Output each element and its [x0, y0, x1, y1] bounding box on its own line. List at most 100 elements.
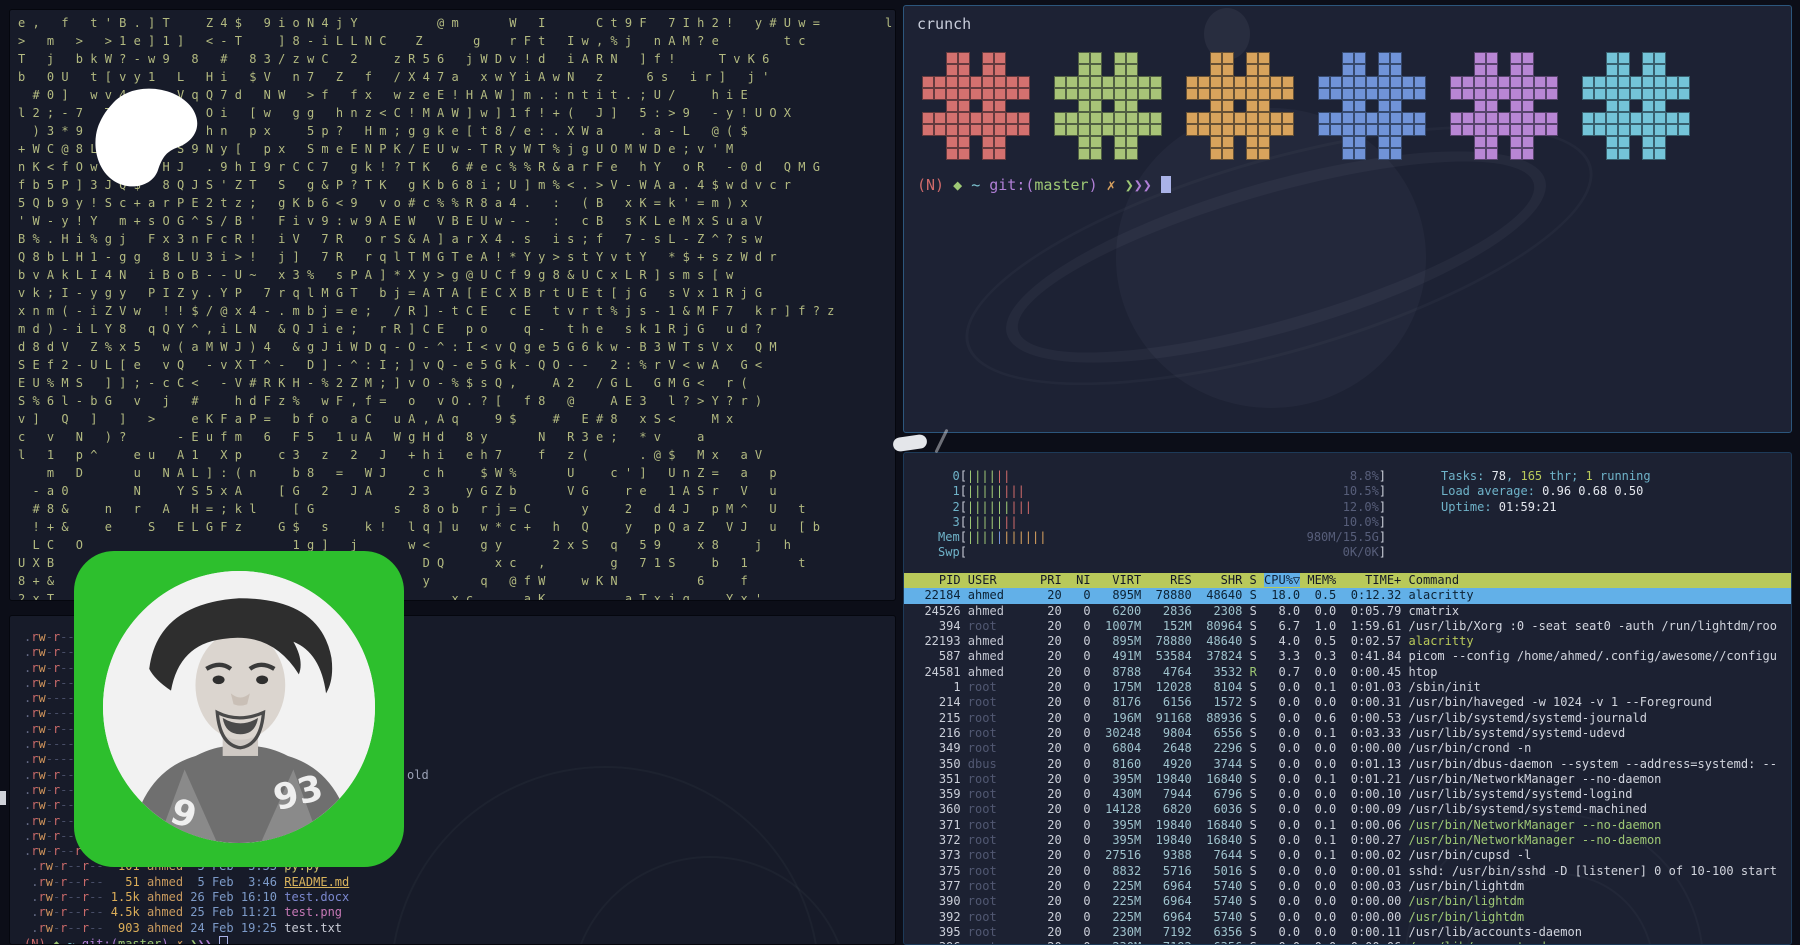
hash-gap [1270, 100, 1282, 112]
cell-virt-res-shr: 225M 6964 5740 [1091, 879, 1243, 893]
hash-tile [1078, 88, 1090, 100]
terminal-htop[interactable]: 0[|||||| 8.8%] 1[|||||||| 10.5%] 2[|||||… [903, 452, 1792, 945]
process-row[interactable]: 349 root 20 0 6804 2648 2296 S 0.0 0.0 0… [904, 741, 1791, 756]
prompt-git-branch: master [1034, 176, 1088, 194]
hash-tile [1150, 88, 1162, 100]
hash-gap [1498, 64, 1510, 76]
process-row[interactable]: 373 root 20 0 27516 9388 7644 S 0.0 0.1 … [904, 848, 1791, 863]
process-row[interactable]: 1 root 20 0 175M 12028 8104 S 0.0 0.1 0:… [904, 680, 1791, 695]
process-row[interactable]: 359 root 20 0 430M 7944 6796 S 0.0 0.0 0… [904, 787, 1791, 802]
hash-tile [1258, 100, 1270, 112]
hash-tile [1582, 76, 1594, 88]
process-table-header[interactable]: PID USER PRI NI VIRT RES SHR S CPU%▽ MEM… [904, 573, 1791, 588]
process-row[interactable]: 377 root 20 0 225M 6964 5740 S 0.0 0.0 0… [904, 879, 1791, 894]
process-row[interactable]: 216 root 20 0 30248 9804 6556 S 0.0 0.1 … [904, 726, 1791, 741]
cell-pid: 394 [910, 619, 961, 633]
hash-tile [1594, 124, 1606, 136]
hash-tile [982, 76, 994, 88]
hash-tile [1342, 52, 1354, 64]
uptime: Uptime: 01:59:21 [1435, 500, 1651, 515]
process-row[interactable]: 351 root 20 0 395M 19840 16840 S 0.0 0.1… [904, 772, 1791, 787]
file-row: .rw-r--r-- 903 ahmed 24 Feb 19:25 test.t… [24, 921, 895, 936]
process-row[interactable]: 396 root 20 0 230M 7192 6356 S 0.0 0.0 0… [904, 940, 1791, 945]
process-row[interactable]: 392 root 20 0 225M 6964 5740 S 0.0 0.0 0… [904, 910, 1791, 925]
prompt-git-branch: master [118, 937, 161, 945]
tasks-threads: 165 [1520, 469, 1542, 483]
process-row[interactable]: 375 root 20 0 8832 5716 5016 S 0.0 0.0 0… [904, 864, 1791, 879]
hash-tile [1354, 112, 1366, 124]
hash-tile [1210, 100, 1222, 112]
cell-cpu-mem-time: 0.0 0.1 0:00.06 [1257, 818, 1402, 832]
hash-gap [1054, 52, 1066, 64]
meter-pipe: | [1018, 500, 1025, 514]
hash-gap [1318, 136, 1330, 148]
process-row[interactable]: 587 ahmed 20 0 491M 53584 37824 S 3.3 0.… [904, 649, 1791, 664]
hash-tile [1390, 64, 1402, 76]
meter-pipe: | [1039, 530, 1046, 544]
tasks-thr-label: thr; [1542, 469, 1585, 483]
hash-tile [1138, 112, 1150, 124]
perm-char: - [46, 630, 53, 644]
perm-char: - [46, 722, 53, 736]
process-row[interactable]: 350 dbus 20 0 8160 4920 3744 S 0.0 0.0 0… [904, 757, 1791, 772]
meter-bracket: ] [1379, 545, 1386, 559]
hash-tile [1486, 112, 1498, 124]
meter-pipe: | [1010, 515, 1017, 529]
meter-bracket: [ [960, 545, 967, 559]
hash-tile [1342, 148, 1354, 160]
hash-tile [1078, 148, 1090, 160]
hash-tile [1510, 136, 1522, 148]
process-row[interactable]: 214 root 20 0 8176 6156 1572 S 0.0 0.0 0… [904, 695, 1791, 710]
process-row[interactable]: 22193 ahmed 20 0 895M 78880 48640 S 4.0 … [904, 634, 1791, 649]
shell-prompt[interactable]: (N) ◆ ~ git:(master) ✗ ❯❯❯ [917, 176, 1171, 194]
hash-gap [1450, 148, 1462, 160]
cell-state: S [1242, 711, 1256, 725]
hash-gap [1186, 136, 1198, 148]
process-row[interactable]: 24526 ahmed 20 0 6200 2836 2308 S 8.0 0.… [904, 604, 1791, 619]
process-row[interactable]: 394 root 20 0 1007M 152M 80964 S 6.7 1.0… [904, 619, 1791, 634]
cell-pid: 390 [910, 894, 961, 908]
header-sort-column: CPU%▽ [1264, 573, 1300, 587]
hash-tile [1090, 124, 1102, 136]
perm-char: - [75, 890, 82, 904]
matrix-line: d 8 d V Z % x 5 w ( a M W J ) 4 & g J i … [18, 338, 887, 356]
prompt-arrow-icon: ❯ [1125, 176, 1134, 194]
cell-cpu-mem-time: 0.0 0.1 0:01.21 [1257, 772, 1402, 786]
hash-tile [946, 52, 958, 64]
hash-tile [970, 124, 982, 136]
hash-tile [1102, 112, 1114, 124]
hash-tile [1630, 112, 1642, 124]
perm-char: w [38, 798, 45, 812]
hash-gap [1066, 100, 1078, 112]
process-row[interactable]: 215 root 20 0 196M 91168 88936 S 0.0 0.6… [904, 711, 1791, 726]
process-row[interactable]: 22184 ahmed 20 0 895M 78880 48640 S 18.0… [904, 588, 1791, 603]
shell-prompt[interactable]: (N) ◆ ~ git:(master) ✗ ❯❯❯ [24, 936, 895, 945]
terminal-crunch[interactable]: crunch (N) ◆ ~ git:(master) ✗ ❯❯❯ [903, 5, 1792, 433]
hash-tile [946, 148, 958, 160]
cell-state: S [1242, 879, 1256, 893]
hash-gap [1678, 52, 1690, 64]
process-row[interactable]: 395 root 20 0 230M 7192 6356 S 0.0 0.0 0… [904, 925, 1791, 940]
hash-gap [1678, 100, 1690, 112]
process-row[interactable]: 390 root 20 0 225M 6964 5740 S 0.0 0.0 0… [904, 894, 1791, 909]
process-row[interactable]: 372 root 20 0 395M 19840 16840 S 0.0 0.1… [904, 833, 1791, 848]
hash-tile [970, 88, 982, 100]
text [140, 905, 147, 919]
hash-tile [958, 100, 970, 112]
meter-pipe: | [989, 500, 996, 514]
hash-tile [922, 124, 934, 136]
hash-gap [1150, 100, 1162, 112]
process-row[interactable]: 371 root 20 0 395M 19840 16840 S 0.0 0.1… [904, 818, 1791, 833]
process-row[interactable]: 24581 ahmed 20 0 8788 4764 3532 R 0.7 0.… [904, 665, 1791, 680]
process-row[interactable]: 360 root 20 0 14128 6820 6036 S 0.0 0.0 … [904, 802, 1791, 817]
hash-tile [1282, 76, 1294, 88]
hash-gap [1462, 52, 1474, 64]
cell-virt-res-shr: 27516 9388 7644 [1091, 848, 1243, 862]
hash-tile [1642, 136, 1654, 148]
hash-gap [1150, 136, 1162, 148]
meter-bracket: [ [960, 515, 967, 529]
cell-virt-res-shr: 395M 19840 16840 [1091, 833, 1243, 847]
hash-tile [934, 124, 946, 136]
hash-tile [1654, 88, 1666, 100]
cell-state: S [1242, 787, 1256, 801]
